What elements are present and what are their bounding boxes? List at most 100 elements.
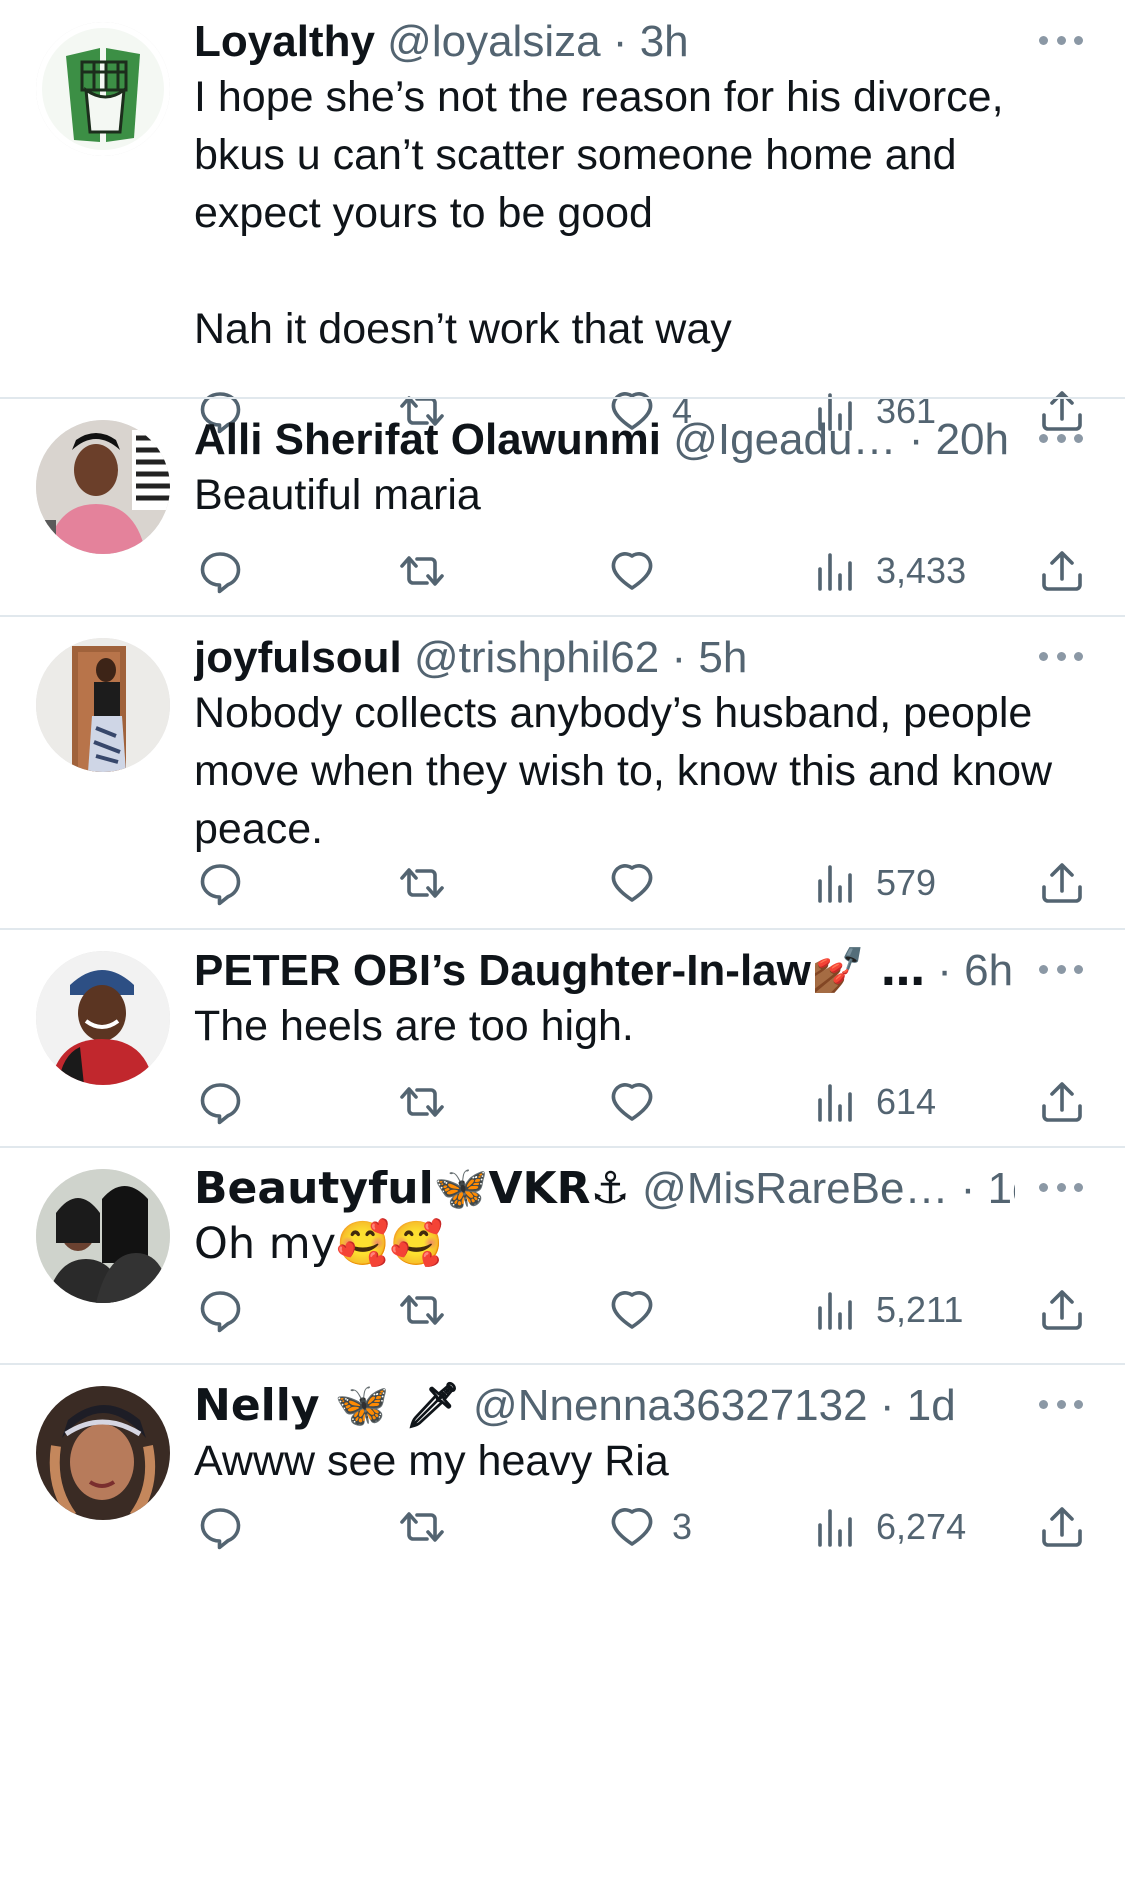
retweet-button[interactable]: [396, 1280, 448, 1340]
tweet-header: Loyalthy @loyalsiza · 3h: [194, 14, 1015, 70]
divider: [0, 397, 1125, 399]
heart-icon: [606, 1284, 658, 1336]
reply-icon: [194, 1501, 246, 1553]
avatar[interactable]: [36, 951, 170, 1085]
more-icon[interactable]: [1039, 428, 1083, 448]
retweet-icon: [396, 1501, 448, 1553]
views-button[interactable]: 5,211: [810, 1280, 963, 1340]
like-button[interactable]: [606, 1280, 672, 1340]
retweet-icon: [396, 545, 448, 597]
retweet-button[interactable]: [396, 853, 448, 913]
green-fist-avatar: [36, 22, 170, 156]
heart-icon: [606, 857, 658, 909]
timestamp[interactable]: 3h: [640, 17, 689, 66]
like-button[interactable]: 3: [606, 1497, 692, 1557]
display-name[interactable]: Nelly 🦋 🗡: [194, 1380, 461, 1431]
share-button[interactable]: [1036, 853, 1088, 913]
display-name[interactable]: Loyalthy: [194, 17, 375, 66]
share-button[interactable]: [1036, 1280, 1088, 1340]
reply-button[interactable]: [194, 853, 246, 913]
retweet-button[interactable]: [396, 1072, 448, 1132]
tweet[interactable]: joyfulsoul @trishphil62 · 5h Nobody coll…: [0, 633, 1125, 928]
timestamp[interactable]: 5h: [698, 633, 747, 682]
reply-button[interactable]: [194, 1280, 246, 1340]
heart-icon: [606, 1076, 658, 1128]
retweet-button[interactable]: [396, 541, 448, 601]
action-bar: 579: [0, 853, 1125, 913]
more-icon[interactable]: [1039, 646, 1083, 666]
display-name[interactable]: PETER OBI’s Daughter-In-law: [194, 946, 811, 995]
separator-dot: ·: [937, 946, 952, 995]
action-bar: 3 6,274: [0, 1497, 1125, 1557]
divider: [0, 615, 1125, 617]
tweet-header: joyfulsoul @trishphil62 · 5h: [194, 630, 1015, 686]
user-handle[interactable]: @trishphil62: [414, 633, 659, 682]
tweet[interactable]: Loyalthy @loyalsiza · 3h I hope she’s no…: [0, 0, 1125, 434]
avatar[interactable]: [36, 22, 170, 156]
retweet-icon: [396, 1076, 448, 1128]
reply-button[interactable]: [194, 1497, 246, 1557]
views-count: 6,274: [876, 1506, 967, 1547]
separator-dot: ·: [612, 17, 628, 66]
separator-dot: ·: [960, 1164, 976, 1213]
action-bar: 3,433: [0, 541, 1125, 601]
reply-button[interactable]: [194, 1072, 246, 1132]
user-handle[interactable]: @MisRareBe…: [642, 1164, 948, 1213]
more-icon[interactable]: [1039, 959, 1083, 979]
timestamp[interactable]: 6h: [964, 946, 1013, 995]
name-emoji-suffix: 💅🏾 …: [810, 945, 925, 996]
tweet[interactable]: Alli Sherifat Olawunmi @Igeadu… · 20h Be…: [0, 415, 1125, 616]
user-handle[interactable]: @Nnenna36327132: [473, 1381, 868, 1430]
views-count: 5,211: [876, 1289, 964, 1330]
reply-button[interactable]: [194, 541, 246, 601]
more-icon[interactable]: [1039, 30, 1083, 50]
views-button[interactable]: 614: [810, 1072, 936, 1132]
tweet[interactable]: Beautyful🦋VKR⚓ @MisRareBe… · 1d Oh my🥰🥰 …: [0, 1163, 1125, 1365]
reply-icon: [194, 1076, 246, 1128]
like-button[interactable]: [606, 853, 672, 913]
display-name[interactable]: Alli Sherifat Olawunmi: [194, 415, 661, 464]
woman-by-door-avatar: [36, 638, 170, 772]
tweet-text: I hope she’s not the reason for his divo…: [194, 73, 1004, 353]
views-count: 579: [876, 862, 937, 903]
avatar[interactable]: [36, 420, 170, 554]
heart-icon: [606, 545, 658, 597]
separator-dot: ·: [879, 1381, 895, 1430]
share-button[interactable]: [1036, 1072, 1088, 1132]
tweet-header: PETER OBI’s Daughter-In-law💅🏾 … · 6h: [194, 943, 1015, 999]
views-button[interactable]: 579: [810, 853, 936, 913]
action-bar: 5,211: [0, 1280, 1125, 1340]
share-button[interactable]: [1036, 541, 1088, 601]
tweet-text: Oh my🥰🥰: [194, 1219, 444, 1269]
user-handle[interactable]: @Igeadu…: [673, 415, 896, 464]
like-button[interactable]: [606, 541, 672, 601]
share-icon: [1036, 1076, 1088, 1128]
display-name[interactable]: Beautyful🦋VKR⚓: [194, 1163, 630, 1214]
reply-icon: [194, 545, 246, 597]
display-name[interactable]: joyfulsoul: [194, 633, 402, 682]
tweet[interactable]: PETER OBI’s Daughter-In-law💅🏾 … · 6h The…: [0, 945, 1125, 1147]
replies-feed: Loyalthy @loyalsiza · 3h I hope she’s no…: [0, 0, 1125, 1878]
timestamp[interactable]: 20h: [936, 415, 1009, 464]
timestamp[interactable]: 1d: [907, 1381, 956, 1430]
share-icon: [1036, 545, 1088, 597]
more-icon[interactable]: [1039, 1177, 1083, 1197]
views-button[interactable]: 6,274: [810, 1497, 966, 1557]
views-icon: [810, 1284, 862, 1336]
retweet-button[interactable]: [396, 1497, 448, 1557]
more-icon[interactable]: [1039, 1394, 1083, 1414]
views-icon: [810, 545, 862, 597]
avatar[interactable]: [36, 638, 170, 772]
timestamp[interactable]: 1d: [988, 1164, 1015, 1213]
tweet-text: Beautiful maria: [194, 471, 481, 519]
user-handle[interactable]: @loyalsiza: [387, 17, 600, 66]
reply-icon: [194, 1284, 246, 1336]
retweet-icon: [396, 1284, 448, 1336]
like-button[interactable]: [606, 1072, 672, 1132]
tweet[interactable]: Nelly 🦋 🗡 @Nnenna36327132 · 1d Awww see …: [0, 1380, 1125, 1878]
share-button[interactable]: [1036, 1497, 1088, 1557]
share-icon: [1036, 1284, 1088, 1336]
retweet-icon: [396, 857, 448, 909]
share-icon: [1036, 1501, 1088, 1553]
views-button[interactable]: 3,433: [810, 541, 966, 601]
